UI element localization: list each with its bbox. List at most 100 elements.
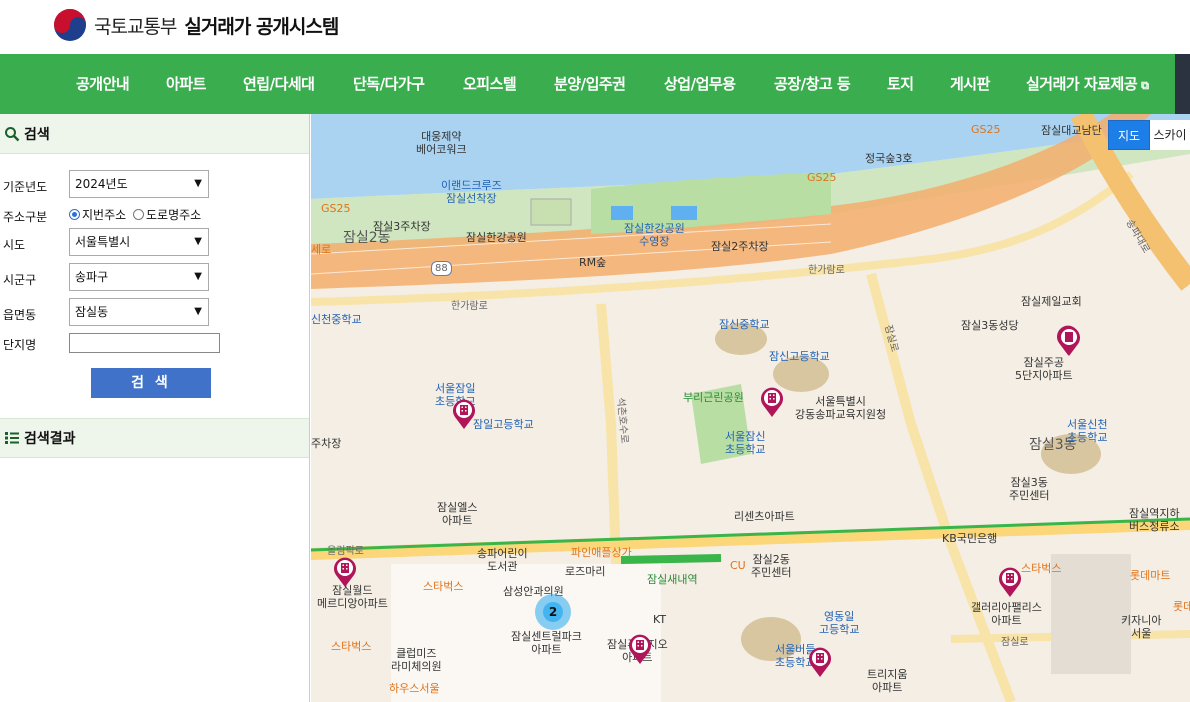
map-label: 잠실역지하 버스정류소 (1129, 507, 1180, 533)
header: 국토교통부 실거래가 공개시스템 (0, 0, 1190, 54)
map-label: 잠신고등학교 (769, 350, 830, 363)
map-label: 키자니아 서울 (1121, 614, 1162, 640)
sido-row: 시도 서울특별시 ▼ (0, 228, 310, 258)
dong-select[interactable]: 잠실동 ▼ (69, 298, 209, 326)
radio-jibun-label: 지번주소 (82, 208, 127, 222)
map-label: 세로 (311, 243, 332, 256)
taegeuk-logo-icon (54, 9, 86, 41)
map-label: GS25 (321, 202, 351, 215)
sigungu-select[interactable]: 송파구 ▼ (69, 263, 209, 291)
map-label: GS25 (807, 171, 837, 184)
search-button[interactable]: 검 색 (91, 368, 211, 398)
map-label: 잠실3동 주민센터 (1009, 476, 1050, 502)
map-label: 정국숲3호 (865, 152, 913, 165)
search-panel-title: 검색 (24, 126, 50, 143)
dong-select-value: 잠실동 (75, 305, 109, 319)
apartment-pin[interactable] (997, 566, 1023, 598)
map-label: 서울특별시 강동송파교육지원청 (795, 395, 887, 421)
nav-item-apartment[interactable]: 아파트 (166, 54, 206, 114)
apartment-pin[interactable] (759, 386, 785, 418)
system-name: 실거래가 공개시스템 (184, 15, 339, 38)
radio-jibun[interactable] (69, 209, 80, 220)
map-label: 신천중학교 (311, 313, 362, 326)
nav-item-land[interactable]: 토지 (887, 54, 914, 114)
chevron-down-icon: ▼ (194, 178, 202, 189)
map-type-sky-button[interactable]: 스카이 (1150, 120, 1190, 150)
map-label: 송파어린이 도서관 (477, 547, 528, 573)
sigungu-label: 시군구 (3, 273, 37, 287)
map-type-map-button[interactable]: 지도 (1108, 120, 1150, 150)
map-view[interactable]: 대웅제약 베어코워크 이랜드크루즈 잠실선착장 잠실3주차장 잠실한강공원 잠실한강… (311, 114, 1190, 702)
apartment-pin[interactable] (627, 633, 653, 665)
apartment-pin[interactable] (807, 646, 833, 678)
map-label: 잠실새내역 (647, 573, 698, 586)
org-name: 국토교통부 (94, 15, 177, 38)
map-label: 롯데마트 (1130, 569, 1171, 582)
map-label: 하우스서울 (389, 682, 440, 695)
map-label: 서울잠신 초등학교 (725, 430, 766, 456)
map-label: 대웅제약 베어코워크 (416, 130, 467, 156)
map-label: 한가람로 (451, 301, 488, 312)
year-select-value: 2024년도 (75, 177, 128, 191)
search-panel-header: 검색 (0, 114, 309, 154)
nav-item-factory[interactable]: 공장/창고 등 (774, 54, 851, 114)
map-label: 88 (431, 261, 452, 276)
nav-item-data[interactable]: 실거래가 자료제공 ⧉ (1026, 54, 1149, 114)
nav-item-presale[interactable]: 분양/입주권 (554, 54, 626, 114)
map-label: 영동일 고등학교 (819, 610, 860, 636)
map-label: 잠신중학교 (719, 318, 770, 331)
cluster-count: 2 (548, 605, 558, 619)
map-label: 잠실2주차장 (711, 240, 769, 253)
map-label: 잠실3동 (1029, 437, 1077, 453)
logo[interactable]: 국토교통부 실거래가 공개시스템 (54, 9, 339, 41)
map-label: 잠실주공 5단지아파트 (1015, 356, 1073, 382)
nav-item-guide[interactable]: 공개안내 (76, 54, 130, 114)
map-label: 잠실3동성당 (961, 319, 1019, 332)
sidebar: 검색 기준년도 2024년도 ▼ 주소구분 지번주소 도로명주소 시도 서울특별… (0, 114, 310, 702)
map-label: 잠실센트럴파크 아파트 (511, 630, 582, 656)
chevron-down-icon: ▼ (194, 236, 202, 247)
apartment-pin[interactable] (1056, 325, 1082, 357)
year-row: 기준년도 2024년도 ▼ (0, 170, 310, 200)
map-label: 잠실엘스 아파트 (437, 501, 478, 527)
apartment-cluster-marker[interactable]: 2 (535, 594, 571, 630)
map-label: 잠실로 (1001, 637, 1029, 648)
nav-item-rowhouse[interactable]: 연립/다세대 (243, 54, 315, 114)
map-label: 이랜드크루즈 잠실선착장 (441, 179, 502, 205)
main-nav: 공개안내 아파트 연립/다세대 단독/다가구 오피스텔 분양/입주권 상업/업무… (0, 54, 1175, 114)
nav-item-data-label: 실거래가 자료제공 (1026, 75, 1138, 93)
results-panel-title: 검색결과 (24, 431, 76, 447)
radio-road-label: 도로명주소 (146, 208, 202, 222)
results-panel-header: 검색결과 (0, 418, 309, 458)
map-label: 스타벅스 (331, 640, 372, 653)
chevron-down-icon: ▼ (194, 306, 202, 317)
nav-item-commercial[interactable]: 상업/업무용 (664, 54, 736, 114)
sido-select[interactable]: 서울특별시 ▼ (69, 228, 209, 256)
addr-type-options: 지번주소 도로명주소 (69, 206, 201, 223)
map-label: 파인애플상가 (571, 546, 632, 559)
map-label: 잠실대교남단 (1041, 124, 1102, 137)
nav-item-board[interactable]: 게시판 (950, 54, 990, 114)
search-icon (5, 126, 20, 141)
map-label: 롯데 (1173, 600, 1190, 613)
map-label: 스타벅스 (423, 580, 464, 593)
year-select[interactable]: 2024년도 ▼ (69, 170, 209, 198)
nav-item-detached[interactable]: 단독/다가구 (353, 54, 425, 114)
radio-road[interactable] (133, 209, 144, 220)
complex-name-input[interactable] (69, 333, 220, 353)
map-label: 잠실한강공원 (466, 231, 527, 244)
map-label: 부리근린공원 (683, 391, 744, 404)
map-label: 잠실2동 (343, 230, 391, 246)
map-label: 잠일고등학교 (473, 418, 534, 431)
complex-row: 단지명 (0, 333, 310, 363)
apartment-pin[interactable] (332, 556, 358, 588)
nav-item-officetel[interactable]: 오피스텔 (463, 54, 517, 114)
map-label: 로즈마리 (565, 565, 606, 578)
map-label: GS25 (971, 123, 1001, 136)
apartment-pin[interactable] (451, 398, 477, 430)
map-label: 주차장 (311, 437, 342, 450)
map-label: 클럽미즈 라미체의원 (391, 647, 442, 673)
sigungu-row: 시군구 송파구 ▼ (0, 263, 310, 293)
complex-label: 단지명 (3, 338, 37, 352)
map-label: 잠실한강공원 수영장 (624, 222, 685, 248)
